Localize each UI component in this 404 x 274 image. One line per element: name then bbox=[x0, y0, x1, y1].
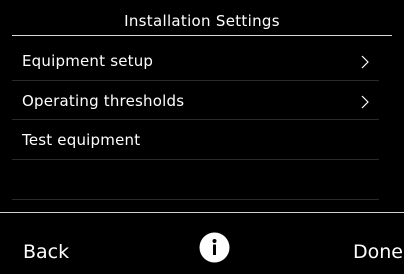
header-divider bbox=[12, 35, 392, 36]
header: Installation Settings bbox=[0, 0, 404, 40]
menu-divider bbox=[12, 199, 379, 200]
menu-item-equipment-setup[interactable]: Equipment setup bbox=[12, 41, 379, 81]
menu-item-label: Equipment setup bbox=[22, 52, 154, 70]
menu-item-test-equipment[interactable]: Test equipment bbox=[12, 120, 379, 160]
menu-item-operating-thresholds[interactable]: Operating thresholds bbox=[12, 81, 379, 121]
footer-divider bbox=[0, 212, 404, 213]
chevron-right-icon bbox=[361, 55, 369, 69]
info-icon[interactable] bbox=[199, 232, 230, 263]
done-button[interactable]: Done bbox=[353, 240, 403, 264]
back-button[interactable]: Back bbox=[23, 240, 69, 264]
menu-item-label: Operating thresholds bbox=[22, 92, 185, 110]
chevron-right-icon bbox=[361, 95, 369, 109]
page-title: Installation Settings bbox=[124, 12, 280, 30]
menu-divider bbox=[12, 159, 379, 160]
menu-item-label: Test equipment bbox=[22, 131, 141, 149]
